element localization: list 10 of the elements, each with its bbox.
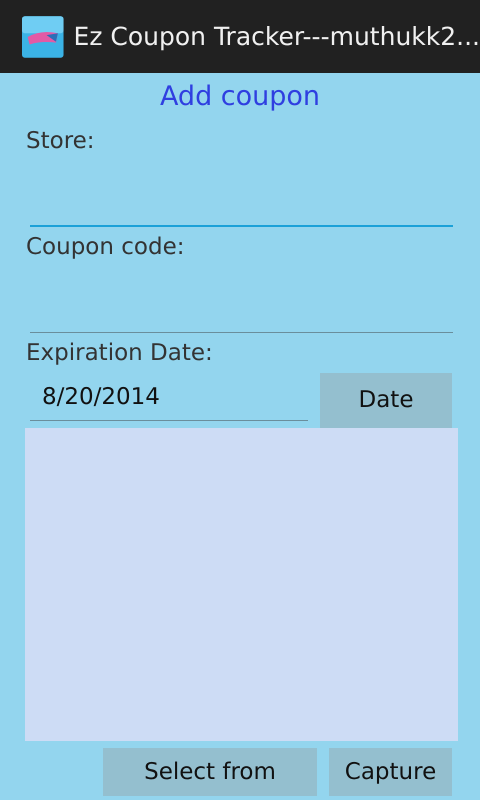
date-button[interactable]: Date (320, 373, 452, 428)
app-icon (22, 14, 64, 58)
field-label: Coupon code: (25, 233, 186, 262)
select-button[interactable]: Select from (103, 748, 317, 796)
window-title: Ez Coupon Tracker---muthukk2... (74, 20, 480, 53)
input-field[interactable]: 8/20/2014 (30, 373, 308, 421)
field-label: Expiration Date: (25, 339, 214, 368)
field-label: Store: (25, 127, 96, 156)
capture-button[interactable]: Capture (329, 748, 452, 796)
heading: Add coupon (158, 80, 322, 114)
